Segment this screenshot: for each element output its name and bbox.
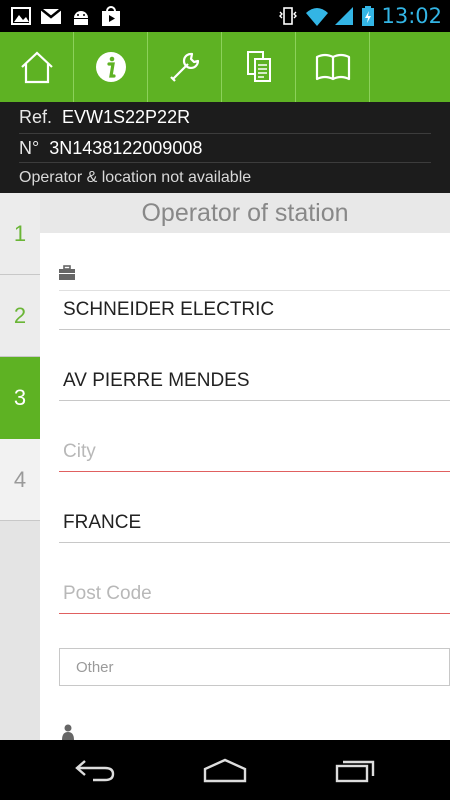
operator-form: SCHNEIDER ELECTRIC AV PIERRE MENDES City… [40, 233, 450, 740]
step-1[interactable]: 1 [0, 193, 40, 275]
battery-charging-icon [361, 5, 375, 27]
section-title: Operator of station [40, 193, 450, 233]
step-2[interactable]: 2 [0, 275, 40, 357]
gmail-icon [40, 5, 62, 27]
postcode-field[interactable]: Post Code [59, 574, 450, 614]
status-bar: 13:02 [0, 0, 450, 32]
city-field[interactable]: City [59, 432, 450, 472]
signal-icon [333, 5, 355, 27]
image-icon [10, 5, 32, 27]
home-nav-button[interactable] [195, 750, 255, 790]
home-nav-icon [203, 758, 247, 783]
manual-button[interactable] [296, 32, 370, 102]
number-value: 3N1438122009008 [49, 137, 203, 158]
recent-apps-icon [335, 760, 375, 783]
back-icon [75, 760, 115, 782]
street-field[interactable]: AV PIERRE MENDES [59, 361, 450, 401]
vehicle-info-header: Ref. EVW1S22P22R N° 3N1438122009008 Oper… [0, 102, 450, 193]
back-button[interactable] [65, 750, 125, 790]
documents-icon [246, 51, 271, 82]
book-icon [315, 53, 350, 81]
clock: 13:02 [381, 4, 442, 28]
ref-row: Ref. EVW1S22P22R [19, 102, 431, 134]
home-button[interactable] [0, 32, 74, 102]
ref-label: Ref. [19, 107, 53, 127]
info-icon [95, 52, 126, 82]
play-store-icon [100, 5, 122, 27]
number-label: N° [19, 137, 40, 158]
info-button[interactable] [74, 32, 148, 102]
step-rail: 1 2 3 4 [0, 193, 40, 740]
documents-button[interactable] [222, 32, 296, 102]
other-field[interactable]: Other [59, 648, 450, 686]
tools-button[interactable] [148, 32, 222, 102]
android-icon [70, 5, 92, 27]
ref-value: EVW1S22P22R [62, 107, 191, 127]
country-field[interactable]: FRANCE [59, 503, 450, 543]
person-icon [62, 724, 74, 740]
notification-icons [10, 5, 122, 27]
status-note: Operator & location not available [19, 168, 252, 186]
system-icons: 13:02 [277, 4, 442, 28]
vibrate-icon [277, 5, 299, 27]
home-icon [20, 51, 53, 84]
company-field[interactable]: SCHNEIDER ELECTRIC [59, 290, 450, 330]
top-toolbar [0, 32, 450, 102]
wrench-icon [169, 52, 199, 82]
number-row: N° 3N1438122009008 [19, 134, 431, 163]
wifi-icon [305, 5, 329, 27]
step-4[interactable]: 4 [0, 439, 40, 521]
step-3[interactable]: 3 [0, 357, 40, 439]
recent-apps-button[interactable] [325, 750, 385, 790]
briefcase-icon [59, 265, 75, 280]
navigation-bar [0, 740, 450, 800]
